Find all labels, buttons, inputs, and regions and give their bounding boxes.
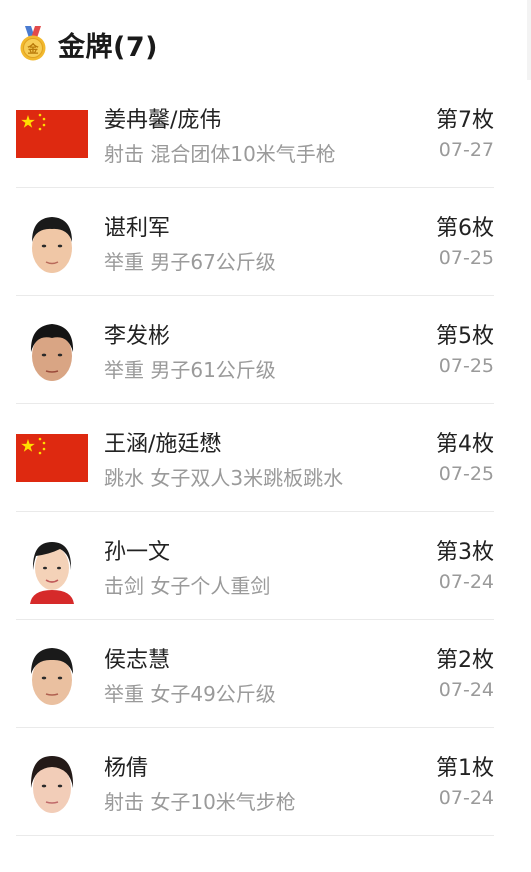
- event-label: 射击 混合团体10米气手枪: [104, 138, 336, 167]
- list-item[interactable]: 王涵/施廷懋 跳水 女子双人3米跳板跳水 第4枚 07-25: [16, 404, 494, 512]
- event-label: 击剑 女子个人重剑: [104, 570, 270, 599]
- medal-date: 07-25: [438, 247, 494, 269]
- page-title: 金牌(7): [58, 31, 158, 63]
- athlete-avatar: [16, 748, 88, 820]
- scrollbar[interactable]: [527, 0, 531, 80]
- athlete-name: 孙一文: [104, 540, 171, 565]
- sport-label: 举重: [104, 358, 144, 382]
- event-label: 举重 男子61公斤级: [104, 354, 276, 383]
- athlete-name: 杨倩: [104, 756, 149, 781]
- medal-header: 金 金牌(7): [16, 24, 158, 64]
- list-item[interactable]: 孙一文 击剑 女子个人重剑 第3枚 07-24: [16, 512, 494, 620]
- athlete-avatar: [16, 640, 88, 712]
- china-flag-icon: [16, 110, 88, 158]
- medal-date: 07-27: [438, 139, 494, 161]
- medal-date: 07-24: [438, 787, 494, 809]
- list-item[interactable]: 侯志慧 举重 女子49公斤级 第2枚 07-24: [16, 620, 494, 728]
- sport-label: 跳水: [104, 466, 144, 490]
- medal-rank: 第2枚: [436, 648, 494, 673]
- event-label: 举重 女子49公斤级: [104, 678, 276, 707]
- athlete-name: 姜冉馨/庞伟: [104, 108, 222, 133]
- medal-rank: 第6枚: [436, 216, 494, 241]
- list-item[interactable]: 李发彬 举重 男子61公斤级 第5枚 07-25: [16, 296, 494, 404]
- sport-label: 举重: [104, 250, 144, 274]
- athlete-name: 李发彬: [104, 324, 171, 349]
- event-name: 女子49公斤级: [150, 682, 276, 706]
- medal-rank: 第1枚: [436, 756, 494, 781]
- event-label: 射击 女子10米气步枪: [104, 786, 296, 815]
- china-flag-icon: [16, 434, 88, 482]
- sport-label: 射击: [104, 790, 144, 814]
- athlete-avatar: [16, 532, 88, 604]
- athlete-avatar: [16, 316, 88, 388]
- event-label: 举重 男子67公斤级: [104, 246, 276, 275]
- list-item[interactable]: 杨倩 射击 女子10米气步枪 第1枚 07-24: [16, 728, 494, 836]
- medal-rank: 第4枚: [436, 432, 494, 457]
- medal-date: 07-25: [438, 463, 494, 485]
- event-name: 男子61公斤级: [150, 358, 276, 382]
- event-label: 跳水 女子双人3米跳板跳水: [104, 462, 343, 491]
- medal-date: 07-24: [438, 679, 494, 701]
- medal-rank: 第7枚: [436, 108, 494, 133]
- event-name: 男子67公斤级: [150, 250, 276, 274]
- medal-rank: 第5枚: [436, 324, 494, 349]
- event-name: 女子10米气步枪: [150, 790, 296, 814]
- medal-list: 姜冉馨/庞伟 射击 混合团体10米气手枪 第7枚 07-27 谌利军 举重 男子…: [16, 80, 494, 836]
- sport-label: 射击: [104, 142, 144, 166]
- gold-medal-icon: 金: [16, 26, 50, 62]
- list-item[interactable]: 姜冉馨/庞伟 射击 混合团体10米气手枪 第7枚 07-27: [16, 80, 494, 188]
- medal-rank: 第3枚: [436, 540, 494, 565]
- athlete-name: 谌利军: [104, 216, 171, 241]
- athlete-name: 侯志慧: [104, 648, 171, 673]
- sport-label: 击剑: [104, 574, 144, 598]
- list-item[interactable]: 谌利军 举重 男子67公斤级 第6枚 07-25: [16, 188, 494, 296]
- medal-date: 07-24: [438, 571, 494, 593]
- sport-label: 举重: [104, 682, 144, 706]
- athlete-name: 王涵/施廷懋: [104, 432, 222, 457]
- event-name: 混合团体10米气手枪: [150, 142, 336, 166]
- medal-char: 金: [27, 42, 40, 56]
- athlete-avatar: [16, 208, 88, 280]
- medal-date: 07-25: [438, 355, 494, 377]
- event-name: 女子双人3米跳板跳水: [150, 466, 344, 490]
- event-name: 女子个人重剑: [150, 574, 271, 598]
